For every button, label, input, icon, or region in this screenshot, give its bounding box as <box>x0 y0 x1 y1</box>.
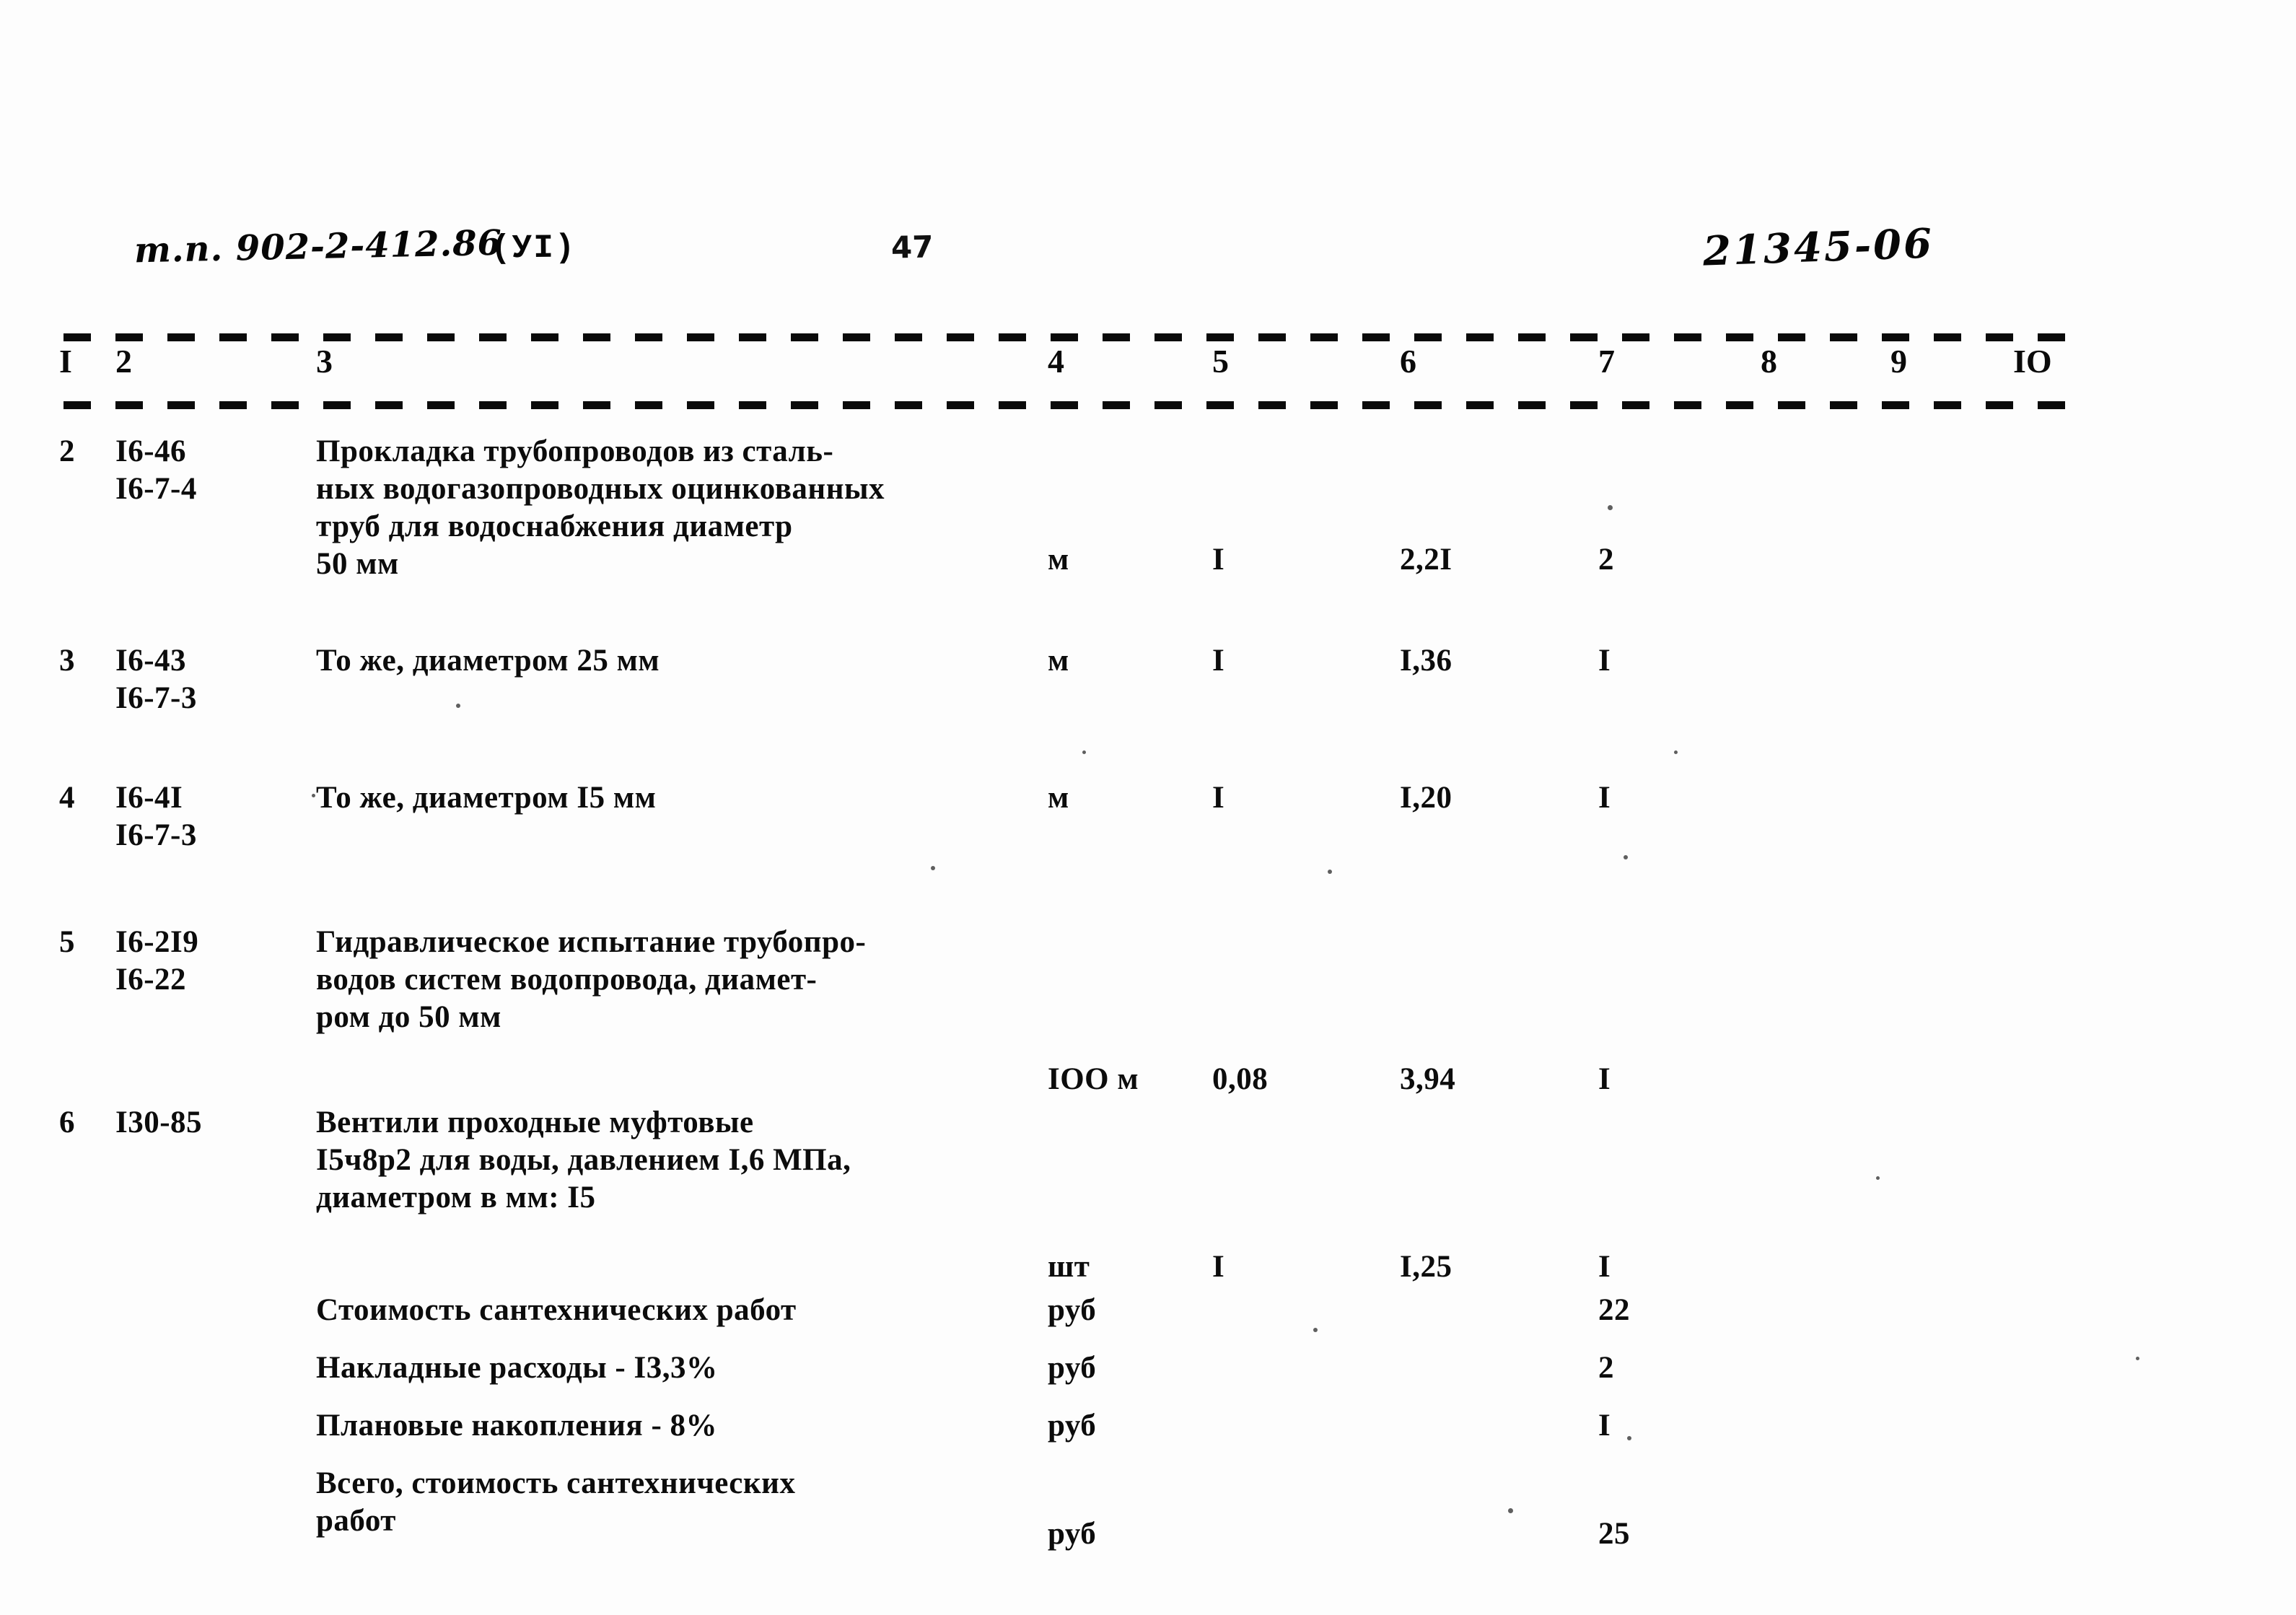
scan-speck <box>1328 870 1332 874</box>
document-code-group: т.п. 902-2-412.86 (УI) <box>0 214 794 293</box>
cell-col7: I <box>1598 1250 1611 1284</box>
cell-desc: То же, диаметром I5 мм <box>316 781 657 815</box>
page-sheet: т.п. 902-2-412.86 (УI) 47 21345-06 I2345… <box>0 0 2296 1615</box>
cell-unit: шт <box>1048 1250 1090 1284</box>
cell-col7: I <box>1598 644 1611 678</box>
cell-unit: руб <box>1048 1517 1097 1551</box>
cell-code: I6-2I9 I6-22 <box>115 925 199 997</box>
column-number-row: I 2 3 4 5 6 7 8 9 IO <box>0 342 2296 400</box>
cell-col5: I <box>1212 644 1225 678</box>
document-revision: (УI) <box>490 229 577 268</box>
cell-desc: Прокладка трубопроводов из сталь- ных во… <box>316 434 885 581</box>
cell-num: 2 <box>59 434 75 468</box>
document-code: т.п. 902-2-412.86 <box>133 222 503 271</box>
scan-speck <box>931 866 935 870</box>
column-number-2: 2 <box>115 343 132 380</box>
cell-desc: Всего, стоимость сантехнических работ <box>316 1466 796 1538</box>
scan-speck <box>2136 1357 2139 1360</box>
cell-code: I30-85 <box>115 1106 203 1139</box>
cell-col7: I <box>1598 1409 1611 1443</box>
cell-num: 6 <box>59 1106 75 1139</box>
scan-speck <box>456 704 460 708</box>
scan-speck <box>1508 1508 1513 1513</box>
column-number-7: 7 <box>1598 343 1615 380</box>
cell-num: 5 <box>59 925 75 959</box>
table-top-divider <box>63 333 2077 341</box>
cell-code: I6-4I I6-7-3 <box>115 781 197 852</box>
cell-code: I6-43 I6-7-3 <box>115 644 197 715</box>
cell-unit: руб <box>1048 1293 1097 1327</box>
cell-desc: Стоимость сантехнических работ <box>316 1293 797 1327</box>
cell-col7: 22 <box>1598 1293 1630 1327</box>
cell-col7: 25 <box>1598 1517 1630 1551</box>
cell-col7: I <box>1598 1062 1611 1096</box>
scan-speck <box>312 794 315 797</box>
cell-col6: I,36 <box>1400 644 1452 678</box>
cell-code: I6-46 I6-7-4 <box>115 434 197 506</box>
page-number: 47 <box>890 229 934 266</box>
column-number-3: 3 <box>316 343 333 380</box>
sheet-number: 21345-06 <box>1701 219 1935 276</box>
scan-speck <box>1313 1328 1318 1332</box>
cell-num: 4 <box>59 781 75 815</box>
cell-col7: 2 <box>1598 543 1614 577</box>
cell-desc: То же, диаметром 25 мм <box>316 644 660 678</box>
cell-col5: I <box>1212 1250 1225 1284</box>
cell-col6: 2,2I <box>1400 543 1452 577</box>
cell-desc: Плановые накопления - 8% <box>316 1409 718 1443</box>
scan-speck <box>1608 505 1613 510</box>
cell-unit: м <box>1048 543 1069 577</box>
cell-col5: I <box>1212 781 1225 815</box>
column-number-8: 8 <box>1761 343 1777 380</box>
column-number-1: I <box>59 343 72 380</box>
cell-col6: I,25 <box>1400 1250 1452 1284</box>
page-header: т.п. 902-2-412.86 (УI) 47 21345-06 <box>0 214 2296 293</box>
scan-speck <box>1627 1436 1631 1440</box>
cell-unit: руб <box>1048 1409 1097 1443</box>
column-number-6: 6 <box>1400 343 1416 380</box>
cell-unit: м <box>1048 644 1069 678</box>
cell-num: 3 <box>59 644 75 678</box>
scan-speck <box>1876 1176 1880 1180</box>
cell-col6: I,20 <box>1400 781 1452 815</box>
column-number-10: IO <box>2013 343 2052 380</box>
cell-unit: м <box>1048 781 1069 815</box>
cell-desc: Вентили проходные муфтовые I5ч8р2 для во… <box>316 1106 851 1214</box>
cell-desc: Накладные расходы - I3,3% <box>316 1351 718 1385</box>
cell-desc: Гидравлическое испытание трубопро- водов… <box>316 925 867 1034</box>
column-number-9: 9 <box>1890 343 1907 380</box>
cell-unit: IОО м <box>1048 1062 1139 1096</box>
cell-col7: I <box>1598 781 1611 815</box>
column-number-4: 4 <box>1048 343 1064 380</box>
cell-col5: I <box>1212 543 1225 577</box>
table-header-divider <box>63 401 2077 409</box>
column-number-5: 5 <box>1212 343 1229 380</box>
scan-speck <box>1624 855 1628 859</box>
cell-col7: 2 <box>1598 1351 1614 1385</box>
cell-col6: 3,94 <box>1400 1062 1456 1096</box>
scan-speck <box>1674 750 1678 754</box>
cell-col5: 0,08 <box>1212 1062 1269 1096</box>
cell-unit: руб <box>1048 1351 1097 1385</box>
scan-speck <box>1082 750 1086 754</box>
